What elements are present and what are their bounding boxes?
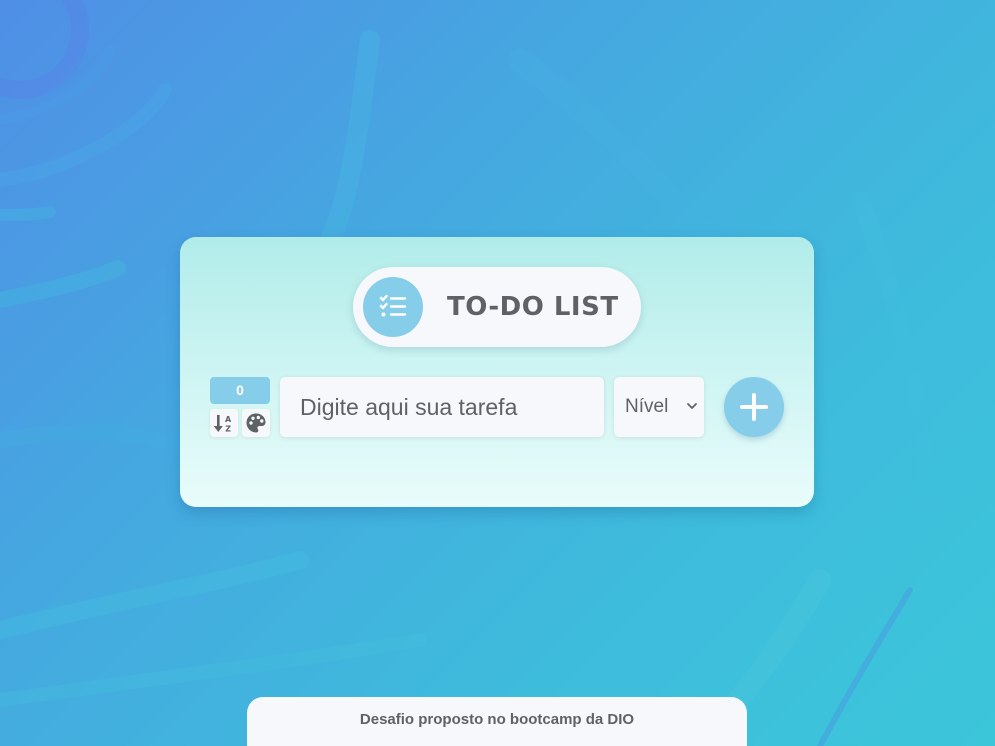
svg-text:A: A xyxy=(225,415,232,424)
add-task-button[interactable] xyxy=(724,377,784,437)
level-select[interactable]: Nível xyxy=(614,377,704,437)
theme-button[interactable] xyxy=(242,409,270,437)
sort-button[interactable]: A Z xyxy=(210,409,238,437)
todo-card: TO-DO LIST 0 A Z Nível xyxy=(180,237,814,507)
svg-text:Z: Z xyxy=(225,425,231,434)
footer: Desafio proposto no bootcamp da DIO xyxy=(247,697,747,746)
level-select-value: Nível xyxy=(625,396,669,417)
checklist-icon xyxy=(363,277,423,337)
plus-icon xyxy=(740,393,768,421)
chevron-down-icon xyxy=(687,403,697,409)
task-input[interactable] xyxy=(280,377,604,437)
page-title: TO-DO LIST xyxy=(447,292,619,322)
sort-alpha-down-icon: A Z xyxy=(213,415,232,434)
palette-icon xyxy=(246,413,266,433)
title-pill: TO-DO LIST xyxy=(353,267,641,347)
task-counter-badge: 0 xyxy=(210,377,270,404)
footer-text: Desafio proposto no bootcamp da DIO xyxy=(359,711,635,728)
